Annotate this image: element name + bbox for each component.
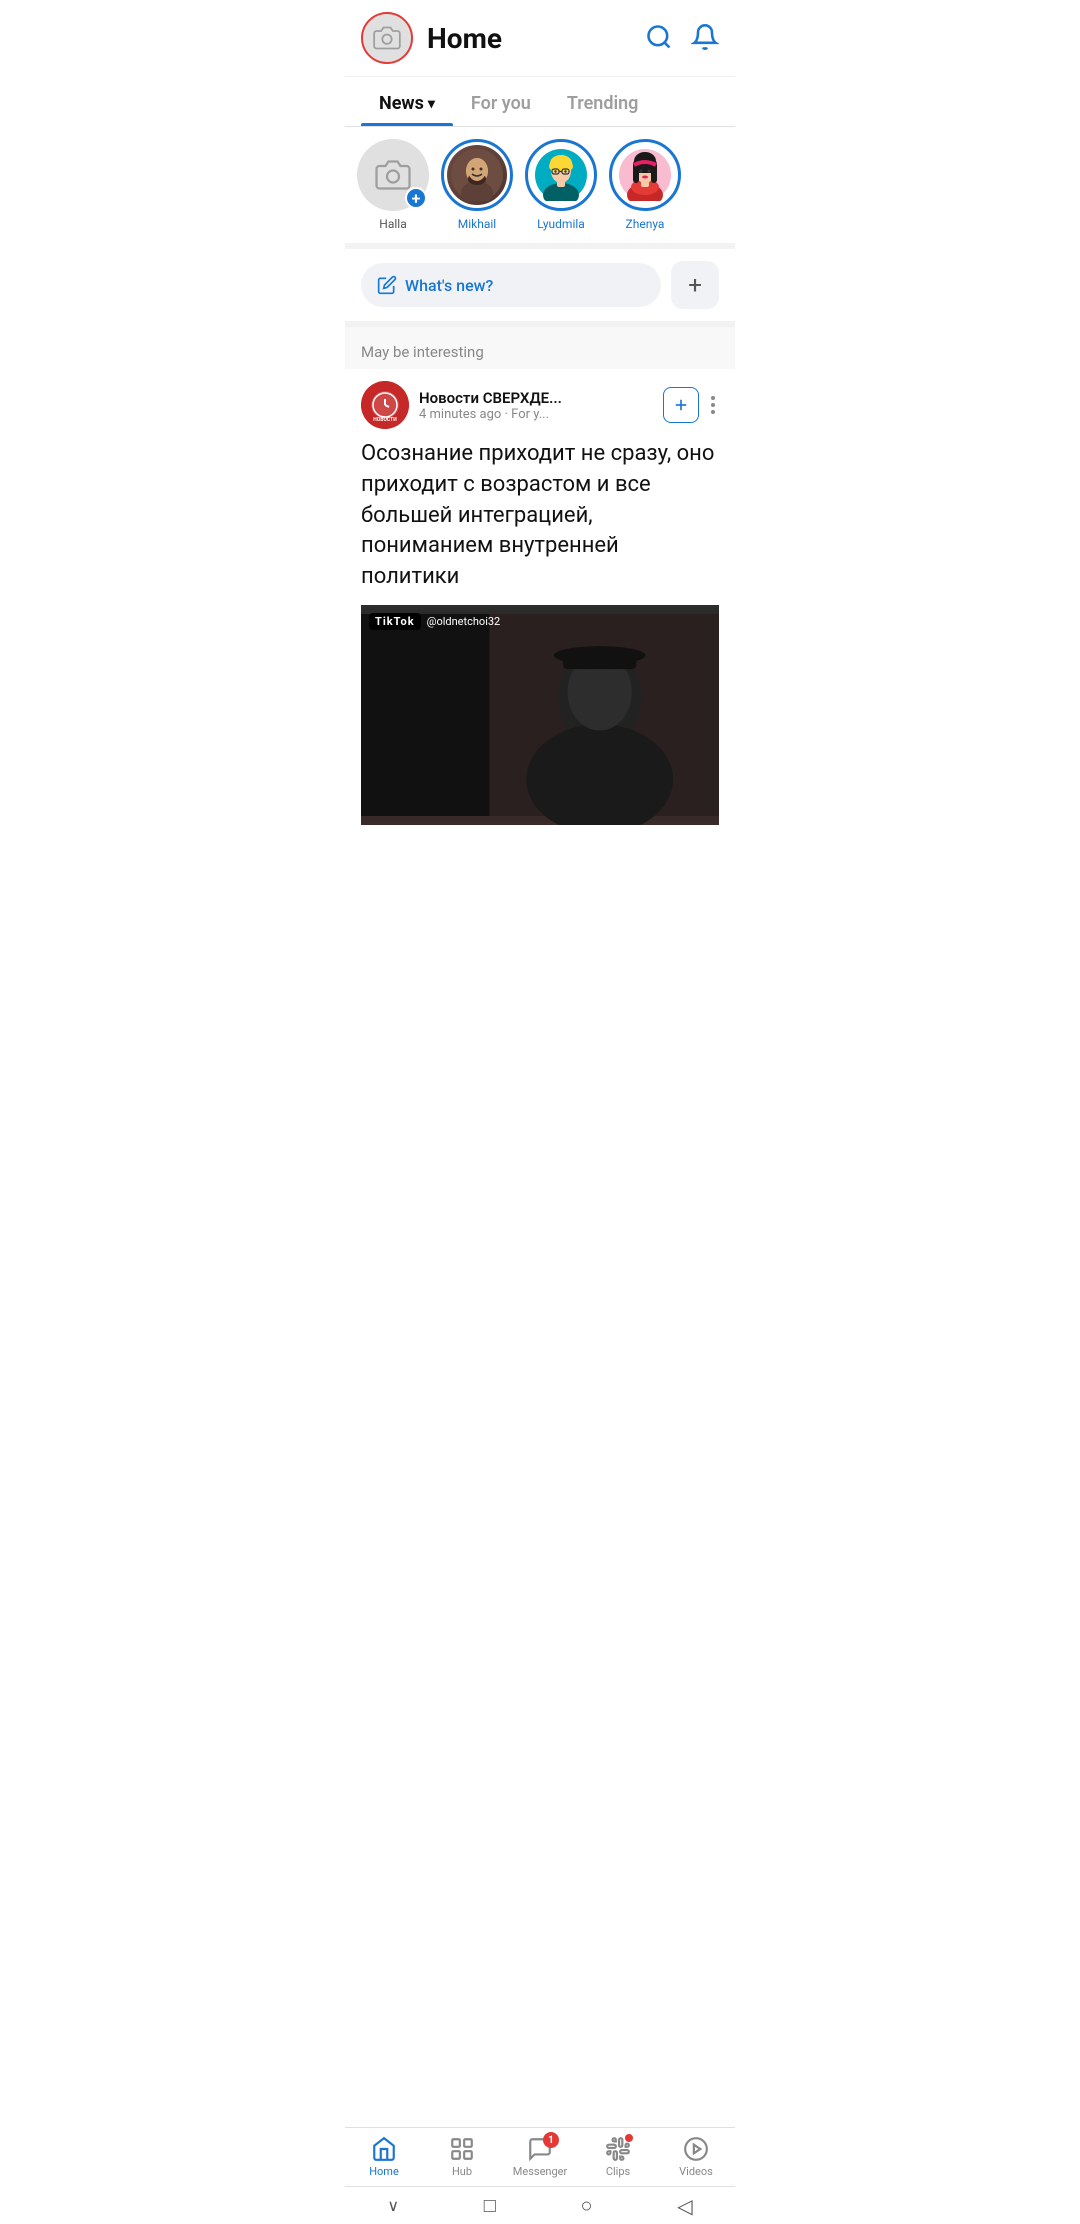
nav-home-gesture[interactable]: ○: [580, 2193, 592, 2218]
nav-label-hub: Hub: [452, 2165, 472, 2178]
post-meta: 4 minutes ago · For y...: [419, 407, 653, 422]
subscribe-button[interactable]: [663, 387, 699, 423]
channel-avatar-inner: НОВОСТИ: [361, 381, 409, 429]
messenger-badge: 1: [543, 2132, 559, 2148]
add-story-button[interactable]: +: [405, 187, 427, 209]
messenger-icon: 1: [527, 2136, 553, 2162]
mikhail-avatar-image: [451, 149, 503, 201]
bottom-navigation: Home Hub 1 Messenger: [345, 2127, 735, 2182]
hub-svg: [449, 2136, 475, 2162]
tab-for-you[interactable]: For you: [453, 77, 549, 126]
nav-label-videos: Videos: [679, 2165, 713, 2178]
post-card: НОВОСТИ Новости СВЕРХДЕ... 4 minutes ago…: [345, 369, 735, 825]
post-channel-name: Новости СВЕРХДЕ...: [419, 389, 653, 407]
story-avatar-zhenya: [609, 139, 681, 211]
video-embed[interactable]: TikTok @oldnetchoi32: [361, 605, 719, 825]
clips-icon: [605, 2136, 631, 2162]
dot: [711, 403, 715, 407]
clips-dot: [625, 2134, 633, 2142]
dot: [711, 396, 715, 400]
story-label: Zhenya: [626, 217, 665, 231]
post-text: Осознание приходит не сразу, оно приходи…: [361, 439, 719, 593]
camera-icon: [375, 157, 411, 193]
video-scene: [361, 605, 719, 825]
plus-icon: [672, 396, 690, 414]
nav-dropdown[interactable]: ∨: [387, 2196, 399, 2215]
dot: [711, 410, 715, 414]
nav-item-hub[interactable]: Hub: [432, 2136, 492, 2178]
tab-trending[interactable]: Trending: [549, 77, 657, 126]
story-label: Lyudmila: [537, 217, 585, 231]
new-post-placeholder: What's new?: [405, 276, 493, 295]
home-svg: [371, 2136, 397, 2162]
svg-text:НОВОСТИ: НОВОСТИ: [373, 417, 397, 423]
nav-label-clips: Clips: [606, 2165, 630, 2178]
stories-list: + Halla: [345, 127, 735, 249]
post-action-group: [663, 387, 719, 423]
android-nav-bar: ∨ □ ○ ◁: [345, 2186, 735, 2224]
videos-svg: [683, 2136, 709, 2162]
story-label: Halla: [379, 217, 406, 231]
channel-avatar[interactable]: НОВОСТИ: [361, 381, 409, 429]
post-channel-info: Новости СВЕРХДЕ... 4 minutes ago · For y…: [419, 389, 653, 422]
search-icon: [645, 23, 673, 51]
nav-label-home: Home: [369, 2165, 399, 2178]
nav-back[interactable]: ◁: [677, 2194, 692, 2218]
story-avatar-self: +: [357, 139, 429, 211]
header-icon-group: [645, 23, 719, 54]
story-item-mikhail[interactable]: Mikhail: [441, 139, 513, 231]
new-post-input[interactable]: What's new?: [361, 263, 661, 307]
nav-label-messenger: Messenger: [513, 2165, 567, 2178]
story-item-lyudmila[interactable]: Lyudmila: [525, 139, 597, 231]
lyudmila-avatar-image: [535, 149, 587, 201]
story-item-self[interactable]: + Halla: [357, 139, 429, 231]
story-avatar-lyudmila: [525, 139, 597, 211]
page-title: Home: [427, 22, 645, 55]
search-button[interactable]: [645, 23, 673, 54]
video-username: @oldnetchoi32: [427, 615, 501, 628]
nav-item-videos[interactable]: Videos: [666, 2136, 726, 2178]
home-icon: [371, 2136, 397, 2162]
hub-icon: [449, 2136, 475, 2162]
zhenya-avatar-image: [619, 149, 671, 201]
app-header: Home: [345, 0, 735, 77]
new-post-section: What's new? +: [345, 249, 735, 327]
tab-bar: News ▾ For you Trending: [345, 77, 735, 127]
story-label: Mikhail: [458, 217, 496, 231]
edit-icon: [377, 275, 397, 295]
video-background: TikTok @oldnetchoi32: [361, 605, 719, 825]
story-avatar-mikhail: [441, 139, 513, 211]
nav-item-clips[interactable]: Clips: [588, 2136, 648, 2178]
tiktok-logo: TikTok: [369, 613, 421, 630]
nav-item-messenger[interactable]: 1 Messenger: [510, 2136, 570, 2178]
add-content-button[interactable]: +: [671, 261, 719, 309]
camera-icon: [373, 24, 401, 52]
post-header: НОВОСТИ Новости СВЕРХДЕ... 4 minutes ago…: [361, 381, 719, 429]
section-label: May be interesting: [345, 327, 735, 369]
chevron-down-icon: ▾: [428, 96, 435, 112]
notifications-button[interactable]: [691, 23, 719, 54]
story-item-zhenya[interactable]: Zhenya: [609, 139, 681, 231]
tab-news[interactable]: News ▾: [361, 77, 453, 126]
bell-icon: [691, 23, 719, 51]
nav-recents[interactable]: □: [484, 2193, 496, 2218]
video-top-bar: TikTok @oldnetchoi32: [369, 613, 500, 630]
channel-avatar-image: НОВОСТИ: [361, 381, 409, 429]
nav-item-home[interactable]: Home: [354, 2136, 414, 2178]
profile-avatar[interactable]: [361, 12, 413, 64]
more-options-button[interactable]: [707, 392, 719, 418]
videos-icon: [683, 2136, 709, 2162]
